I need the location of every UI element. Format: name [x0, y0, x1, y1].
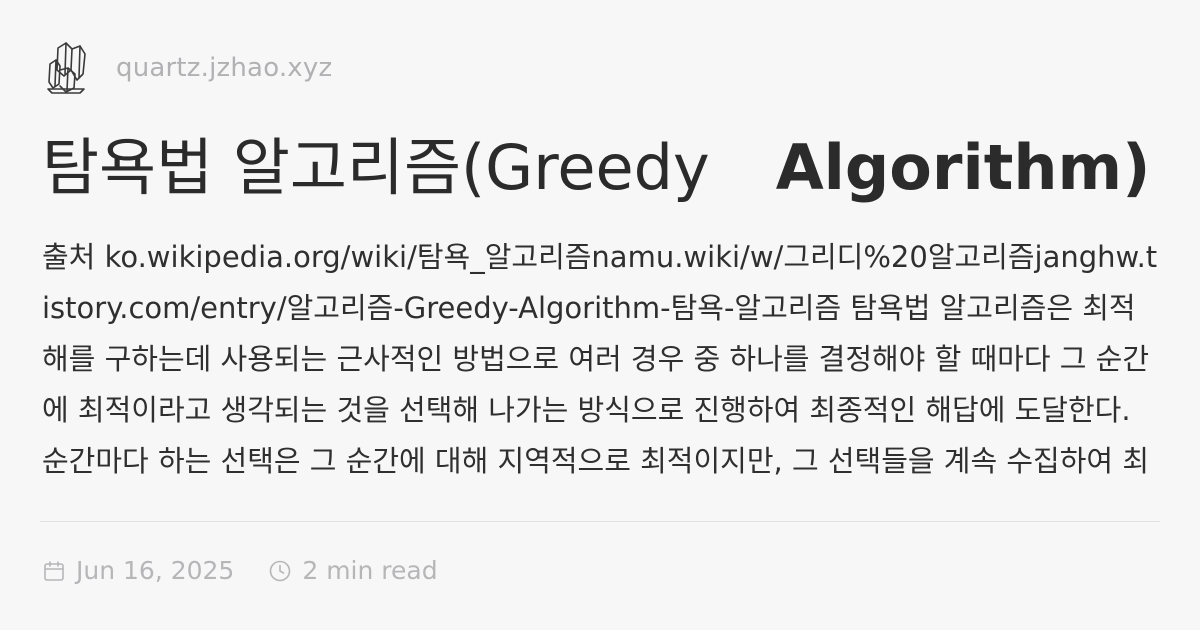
meta-date: Jun 16, 2025: [42, 556, 234, 585]
crystal-logo-icon: [47, 42, 86, 94]
date-text: Jun 16, 2025: [76, 556, 235, 585]
article-description: 출처 ko.wikipedia.org/wiki/탐욕_알고리즘namu.wik…: [42, 240, 1158, 478]
clock-icon: [270, 560, 291, 581]
calendar-icon: [44, 560, 64, 581]
site-name[interactable]: quartz.jzhao.xyz: [116, 53, 332, 83]
article-title-part1: 탐욕법 알고리즘(Greedy: [42, 131, 710, 204]
article-title-part2: Algorithm): [775, 131, 1151, 204]
article-meta: Jun 16, 2025 2 min read: [42, 556, 438, 585]
site-header: quartz.jzhao.xyz: [44, 40, 332, 96]
article-title: 탐욕법 알고리즘(Greedy Algorithm): [42, 128, 1158, 208]
meta-reading-time: 2 min read: [268, 556, 438, 585]
reading-time-text: 2 min read: [302, 556, 438, 585]
divider: [40, 521, 1160, 522]
